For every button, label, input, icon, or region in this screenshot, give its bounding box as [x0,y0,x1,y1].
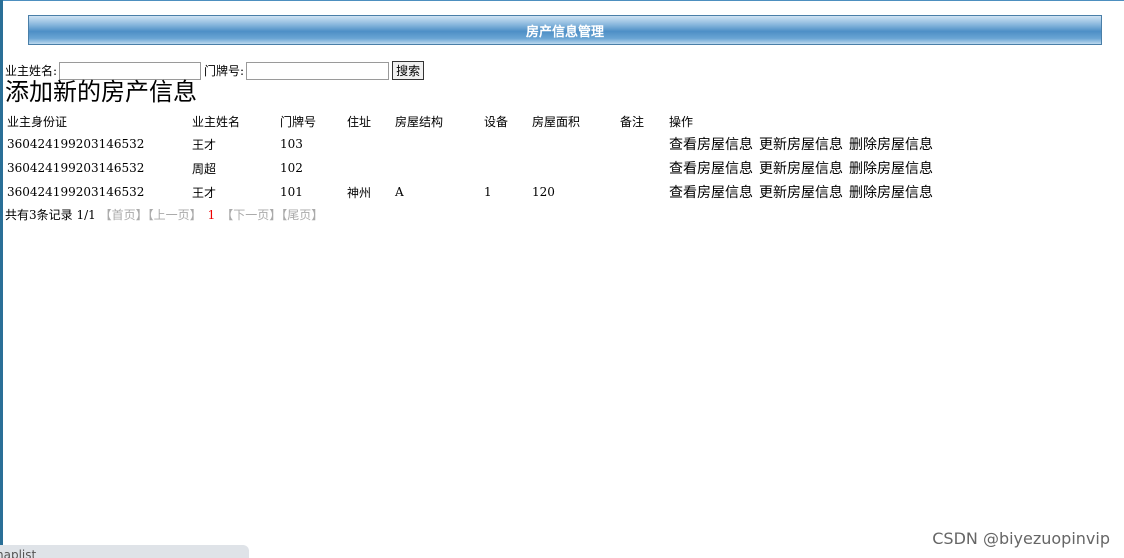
column-header-owner: 业主姓名 [192,114,241,129]
view-property-link[interactable]: 查看房屋信息 [669,137,753,153]
cell-actions: 查看房屋信息 更新房屋信息 删除房屋信息 [667,180,969,204]
cell-door: 103 [280,137,303,151]
prev-page-link[interactable]: 【上一页】 [148,208,202,222]
current-page-number: 1 [207,208,216,222]
cell-id-card: 360424199203146532 [7,185,145,199]
add-property-link[interactable]: 添加新的房产信息 [5,77,197,107]
frame-left-border [0,0,3,558]
cell-door: 101 [280,185,303,199]
search-button[interactable]: 搜索 [392,61,425,80]
column-header-id-card: 业主身份证 [7,114,68,129]
column-header-equipment: 设备 [484,114,509,129]
column-header-area: 房屋面积 [532,114,581,129]
cell-owner: 王才 [192,185,217,200]
page-indicator: 1/1 [76,208,96,222]
first-page-link[interactable]: 【首页】 [100,208,148,222]
cell-remark [618,180,667,204]
cell-owner: 周超 [192,161,217,176]
pagination: 共有3条记录 1/1 【首页】【上一页】 1 【下一页】【尾页】 [5,206,323,223]
bottom-tab-label: haplist [0,548,37,558]
update-property-link[interactable]: 更新房屋信息 [759,137,843,153]
door-number-label: 门牌号: [204,64,245,78]
door-number-input[interactable] [246,61,390,80]
cell-id-card: 360424199203146532 [7,161,145,175]
table-row: 360424199203146532 周超 102 查看房屋信息 更新房屋信息 删除… [5,156,969,180]
view-property-link[interactable]: 查看房屋信息 [669,185,753,201]
property-table: 业主身份证 业主姓名 门牌号 住址 房屋结构 设备 房屋面积 备注 操作 360… [5,110,969,204]
cell-area: 120 [532,185,555,199]
delete-property-link[interactable]: 删除房屋信息 [849,137,933,153]
cell-id-card: 360424199203146532 [7,137,145,151]
page-title: 房产信息管理 [525,24,604,40]
column-header-address: 住址 [347,114,372,129]
table-row: 360424199203146532 王才 101 神州 A 1 120 查看房… [5,180,969,204]
cell-address [345,132,393,156]
csdn-watermark: CSDN @biyezuopinvip [932,529,1110,548]
view-property-link[interactable]: 查看房屋信息 [669,161,753,177]
cell-remark [618,132,667,156]
cell-area [530,132,618,156]
frame-top-border [0,0,1124,1]
update-property-link[interactable]: 更新房屋信息 [759,185,843,201]
next-page-link[interactable]: 【下一页】 [221,208,281,222]
cell-structure [393,132,482,156]
cell-address [345,156,393,180]
cell-door: 102 [280,161,303,175]
cell-remark [618,156,667,180]
cell-equipment [482,156,530,180]
browser-bottom-tab[interactable]: haplist [0,545,249,558]
last-page-link[interactable]: 【尾页】 [281,208,323,222]
cell-equipment [482,132,530,156]
delete-property-link[interactable]: 删除房屋信息 [849,161,933,177]
cell-structure: A [395,185,404,199]
table-header-row: 业主身份证 业主姓名 门牌号 住址 房屋结构 设备 房屋面积 备注 操作 [5,110,969,132]
cell-actions: 查看房屋信息 更新房屋信息 删除房屋信息 [667,156,969,180]
cell-area [530,156,618,180]
column-header-structure: 房屋结构 [395,114,444,129]
cell-owner: 王才 [192,137,217,152]
cell-equipment: 1 [484,185,492,199]
page-title-bar: 房产信息管理 [28,15,1102,45]
column-header-actions: 操作 [669,114,694,129]
cell-address: 神州 [347,185,372,200]
column-header-remark: 备注 [620,114,645,129]
record-count: 共有3条记录 [5,208,73,222]
column-header-door: 门牌号 [280,114,317,129]
cell-actions: 查看房屋信息 更新房屋信息 删除房屋信息 [667,132,969,156]
table-row: 360424199203146532 王才 103 查看房屋信息 更新房屋信息 删除… [5,132,969,156]
delete-property-link[interactable]: 删除房屋信息 [849,185,933,201]
cell-structure [393,156,482,180]
update-property-link[interactable]: 更新房屋信息 [759,161,843,177]
